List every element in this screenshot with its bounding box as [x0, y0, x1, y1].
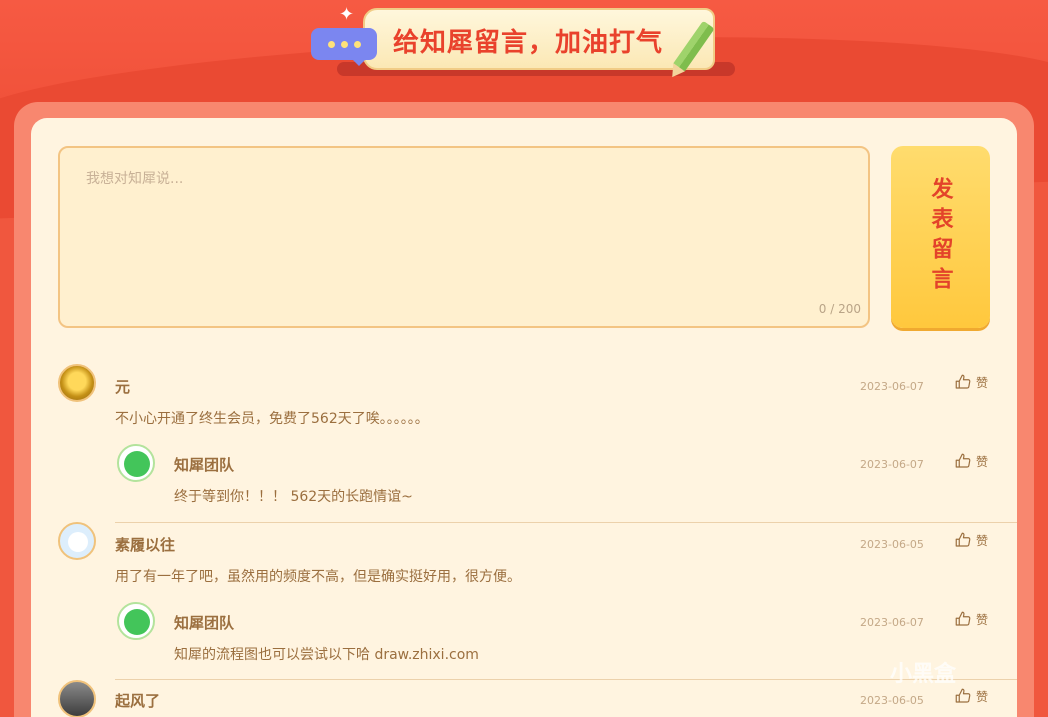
- avatar[interactable]: [58, 522, 96, 560]
- reply-text: 知犀的流程图也可以尝试以下哈 draw.zhixi.com: [174, 647, 479, 663]
- bubble-dot: [353, 40, 361, 48]
- like-label: 赞: [976, 375, 989, 390]
- like-label: 赞: [976, 454, 989, 469]
- like-label: 赞: [976, 533, 989, 548]
- post-message-button[interactable]: 发表留言: [891, 146, 990, 328]
- reply-text: 终于等到你！！！ 562天的长跑情谊~: [174, 489, 413, 505]
- character-counter: 0 / 200: [818, 302, 861, 316]
- watermark: 小黑盒: [890, 662, 957, 687]
- like-button[interactable]: 赞: [954, 610, 988, 628]
- avatar[interactable]: [58, 364, 96, 402]
- chat-bubble-icon: [311, 28, 377, 66]
- reply-author[interactable]: 知犀团队: [174, 612, 234, 633]
- message-input[interactable]: [58, 146, 870, 328]
- banner-title: 给知犀留言，加油打气: [393, 28, 664, 58]
- comment-text: 不小心开通了终生会员，免费了562天了唉。。。。。。: [115, 411, 429, 427]
- thumbs-up-icon: [955, 453, 971, 468]
- thumbs-up-icon: [955, 688, 971, 703]
- like-button[interactable]: 赞: [954, 531, 988, 549]
- comment-divider: [115, 522, 1017, 523]
- bubble-dot: [327, 40, 335, 48]
- thumbs-up-icon: [955, 374, 971, 389]
- like-label: 赞: [976, 689, 989, 704]
- bubble-dot: [340, 40, 348, 48]
- avatar[interactable]: [117, 602, 155, 640]
- comment-date: 2023-06-05: [860, 694, 924, 707]
- reply-date: 2023-06-07: [860, 616, 924, 629]
- sparkle-icon: ✦: [339, 4, 355, 25]
- avatar[interactable]: [117, 444, 155, 482]
- comment-date: 2023-06-05: [860, 538, 924, 551]
- like-button[interactable]: 赞: [954, 373, 988, 391]
- reply-date: 2023-06-07: [860, 458, 924, 471]
- like-label: 赞: [976, 612, 989, 627]
- post-button-label: 发表留言: [928, 177, 954, 297]
- reply-author[interactable]: 知犀团队: [174, 454, 234, 475]
- like-button[interactable]: 赞: [954, 687, 988, 705]
- header-banner: ✦ 给知犀留言，加油打气: [305, 4, 735, 78]
- comment-text: 用了有一年了吧，虽然用的频度不高，但是确实挺好用，很方便。: [115, 569, 521, 585]
- avatar[interactable]: [58, 680, 96, 717]
- thumbs-up-icon: [955, 532, 971, 547]
- comment-date: 2023-06-07: [860, 380, 924, 393]
- comment-author[interactable]: 起风了: [115, 690, 160, 711]
- like-button[interactable]: 赞: [954, 452, 988, 470]
- message-board-panel: 0 / 200 发表留言 元 2023-06-07 赞 不小心开通了终生会员，免…: [31, 118, 1017, 717]
- comment-divider: [115, 679, 1017, 680]
- thumbs-up-icon: [955, 611, 971, 626]
- comment-author[interactable]: 素履以往: [115, 534, 175, 555]
- comment-author[interactable]: 元: [115, 376, 130, 397]
